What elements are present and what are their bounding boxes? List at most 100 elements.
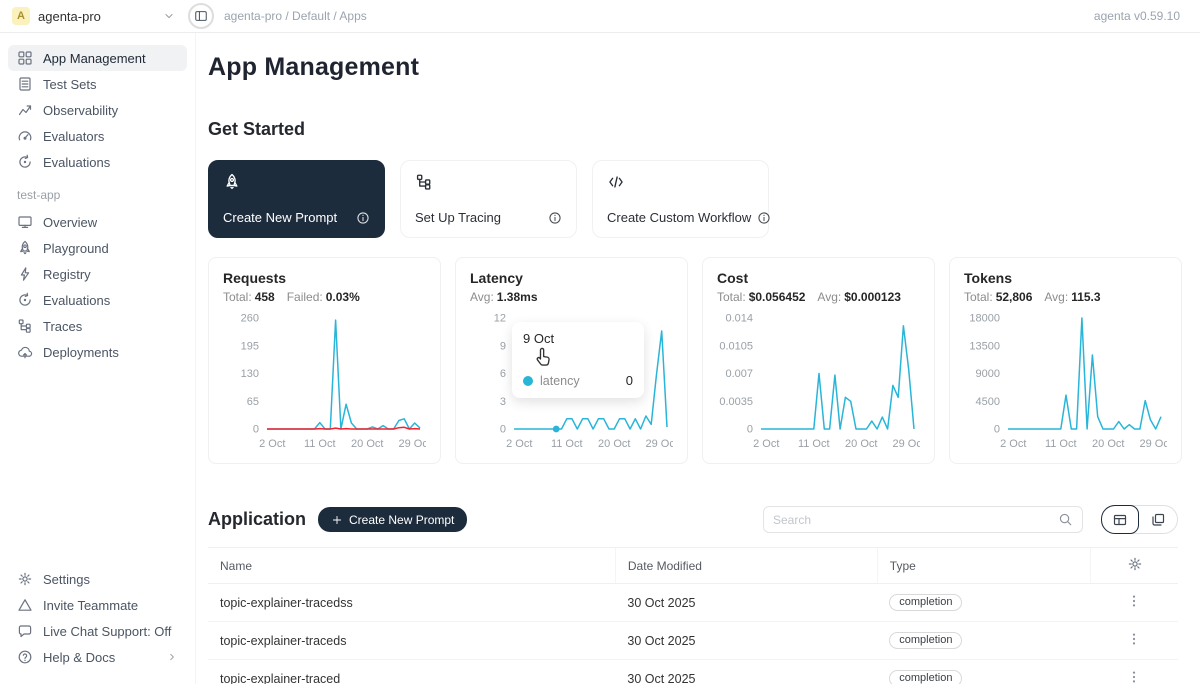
cursor-pointer-icon xyxy=(535,347,555,369)
cycle-icon xyxy=(17,292,33,308)
cell-type: completion xyxy=(877,622,1090,660)
row-menu-kebab-icon[interactable] xyxy=(1126,669,1142,684)
type-badge: completion xyxy=(889,594,962,611)
table-row[interactable]: topic-explainer-traced30 Oct 2025complet… xyxy=(208,660,1178,684)
sidebar-toggle-button[interactable] xyxy=(188,3,214,29)
svg-text:12: 12 xyxy=(494,313,506,325)
stat-card-requests: RequestsTotal:458Failed:0.03%26019513065… xyxy=(208,257,441,464)
row-menu-kebab-icon[interactable] xyxy=(1126,593,1142,609)
svg-text:29 Oct: 29 Oct xyxy=(893,438,920,450)
sidebar-item-live-chat-support-off[interactable]: Live Chat Support: Off xyxy=(8,618,187,644)
stat-label: Avg: xyxy=(817,290,841,304)
table-view-icon xyxy=(1112,512,1128,528)
row-menu-kebab-icon[interactable] xyxy=(1126,631,1142,647)
svg-text:195: 195 xyxy=(241,340,259,352)
gauge-icon xyxy=(17,128,33,144)
sidebar-item-evaluations[interactable]: Evaluations xyxy=(8,287,187,313)
sidebar-item-registry[interactable]: Registry xyxy=(8,261,187,287)
app-version: agenta v0.59.10 xyxy=(1094,9,1200,23)
sidebar: App ManagementTest Sets Observability Eval… xyxy=(0,33,196,684)
stat-value: $0.000123 xyxy=(844,290,901,304)
workspace-selector[interactable]: A agenta-pro xyxy=(0,7,188,25)
series-cost xyxy=(761,326,914,429)
info-icon[interactable] xyxy=(757,211,771,225)
stat-value: 0.03% xyxy=(326,290,360,304)
column-header-type[interactable]: Type xyxy=(877,548,1090,584)
svg-text:0: 0 xyxy=(253,424,259,436)
info-icon[interactable] xyxy=(548,211,562,225)
sidebar-item-label: Live Chat Support: Off xyxy=(43,624,171,639)
tooltip-series-name: latency xyxy=(540,374,580,388)
code-icon xyxy=(607,173,625,191)
hovered-point xyxy=(553,426,560,433)
table-row[interactable]: topic-explainer-tracedss30 Oct 2025compl… xyxy=(208,584,1178,622)
type-badge: completion xyxy=(889,632,962,649)
monitor-icon xyxy=(17,214,33,230)
svg-text:2 Oct: 2 Oct xyxy=(506,438,532,450)
column-header-date-modified[interactable]: Date Modified xyxy=(615,548,877,584)
sidebar-item-settings[interactable]: Settings xyxy=(8,566,187,592)
sidebar-item-overview[interactable]: Overview xyxy=(8,209,187,235)
get-started-card-set-up-tracing[interactable]: Set Up Tracing xyxy=(400,160,577,238)
sidebar-item-evaluators[interactable]: Evaluators xyxy=(8,123,187,149)
sidebar-item-observability[interactable]: Observability xyxy=(8,97,187,123)
search-box xyxy=(763,506,1083,533)
svg-text:2 Oct: 2 Oct xyxy=(259,438,285,450)
stat-value: 458 xyxy=(255,290,275,304)
plus-icon xyxy=(331,514,343,526)
sidebar-item-app-management[interactable]: App Management xyxy=(8,45,187,71)
sidebar-item-label: Evaluations xyxy=(43,155,110,170)
svg-text:0: 0 xyxy=(747,424,753,436)
stat-value: 115.3 xyxy=(1071,290,1100,304)
svg-text:11 Oct: 11 Oct xyxy=(1045,438,1077,450)
tooltip-date: 9 Oct xyxy=(523,331,633,346)
get-started-card-label: Create New Prompt xyxy=(223,210,337,225)
sidebar-item-playground[interactable]: Playground xyxy=(8,235,187,261)
sidebar-item-evaluations[interactable]: Evaluations xyxy=(8,149,187,175)
svg-text:0.0035: 0.0035 xyxy=(719,396,753,408)
chart-cost: 0.0140.01050.0070.003502 Oct11 Oct20 Oct… xyxy=(717,308,920,460)
sidebar-item-label: Evaluations xyxy=(43,293,110,308)
card-view-icon xyxy=(1150,512,1166,528)
card-view-button[interactable] xyxy=(1139,506,1177,533)
sidebar-item-label: Observability xyxy=(43,103,118,118)
series-dot xyxy=(523,376,533,386)
sidebar-item-help-docs[interactable]: Help & Docs xyxy=(8,644,187,670)
get-started-card-create-custom-workflow[interactable]: Create Custom Workflow xyxy=(592,160,769,238)
svg-text:20 Oct: 20 Oct xyxy=(351,438,383,450)
sidebar-item-deployments[interactable]: Deployments xyxy=(8,339,187,365)
stat-card-latency: LatencyAvg:1.38ms1296302 Oct11 Oct20 Oct… xyxy=(455,257,688,464)
stat-value: 52,806 xyxy=(996,290,1033,304)
info-icon[interactable] xyxy=(356,211,370,225)
svg-text:13500: 13500 xyxy=(969,340,1000,352)
create-new-prompt-button[interactable]: Create New Prompt xyxy=(318,507,467,532)
sidebar-item-label: Deployments xyxy=(43,345,119,360)
chartline-icon xyxy=(17,102,33,118)
column-header-name[interactable]: Name xyxy=(208,548,615,584)
stat-card-title: Latency xyxy=(470,270,673,286)
search-input[interactable] xyxy=(773,513,1058,527)
workspace-name: agenta-pro xyxy=(38,9,101,24)
search-icon[interactable] xyxy=(1058,512,1073,527)
sidebar-item-test-sets[interactable]: Test Sets xyxy=(8,71,187,97)
stat-value: 1.38ms xyxy=(497,290,538,304)
svg-text:29 Oct: 29 Oct xyxy=(1140,438,1167,450)
series-requests xyxy=(267,320,420,429)
tooltip-value: 0 xyxy=(626,373,633,388)
sidebar-project-label: test-app xyxy=(17,188,178,202)
bolt-icon xyxy=(17,266,33,282)
stat-card-stats: Total:52,806Avg:115.3 xyxy=(964,290,1167,304)
get-started-card-create-new-prompt[interactable]: Create New Prompt xyxy=(208,160,385,238)
cell-date-modified: 30 Oct 2025 xyxy=(615,584,877,622)
chart-requests: 2601951306502 Oct11 Oct20 Oct29 Oct xyxy=(223,308,426,460)
triangle-icon xyxy=(17,597,33,613)
table-row[interactable]: topic-explainer-traceds30 Oct 2025comple… xyxy=(208,622,1178,660)
breadcrumb[interactable]: agenta-pro / Default / Apps xyxy=(224,9,367,23)
sidebar-item-traces[interactable]: Traces xyxy=(8,313,187,339)
sidebar-item-invite-teammate[interactable]: Invite Teammate xyxy=(8,592,187,618)
table-settings-gear-icon[interactable] xyxy=(1127,556,1143,572)
stat-card-stats: Total:$0.056452Avg:$0.000123 xyxy=(717,290,920,304)
stat-label: Total: xyxy=(964,290,993,304)
help-icon xyxy=(17,649,33,665)
table-view-button[interactable] xyxy=(1101,505,1139,534)
